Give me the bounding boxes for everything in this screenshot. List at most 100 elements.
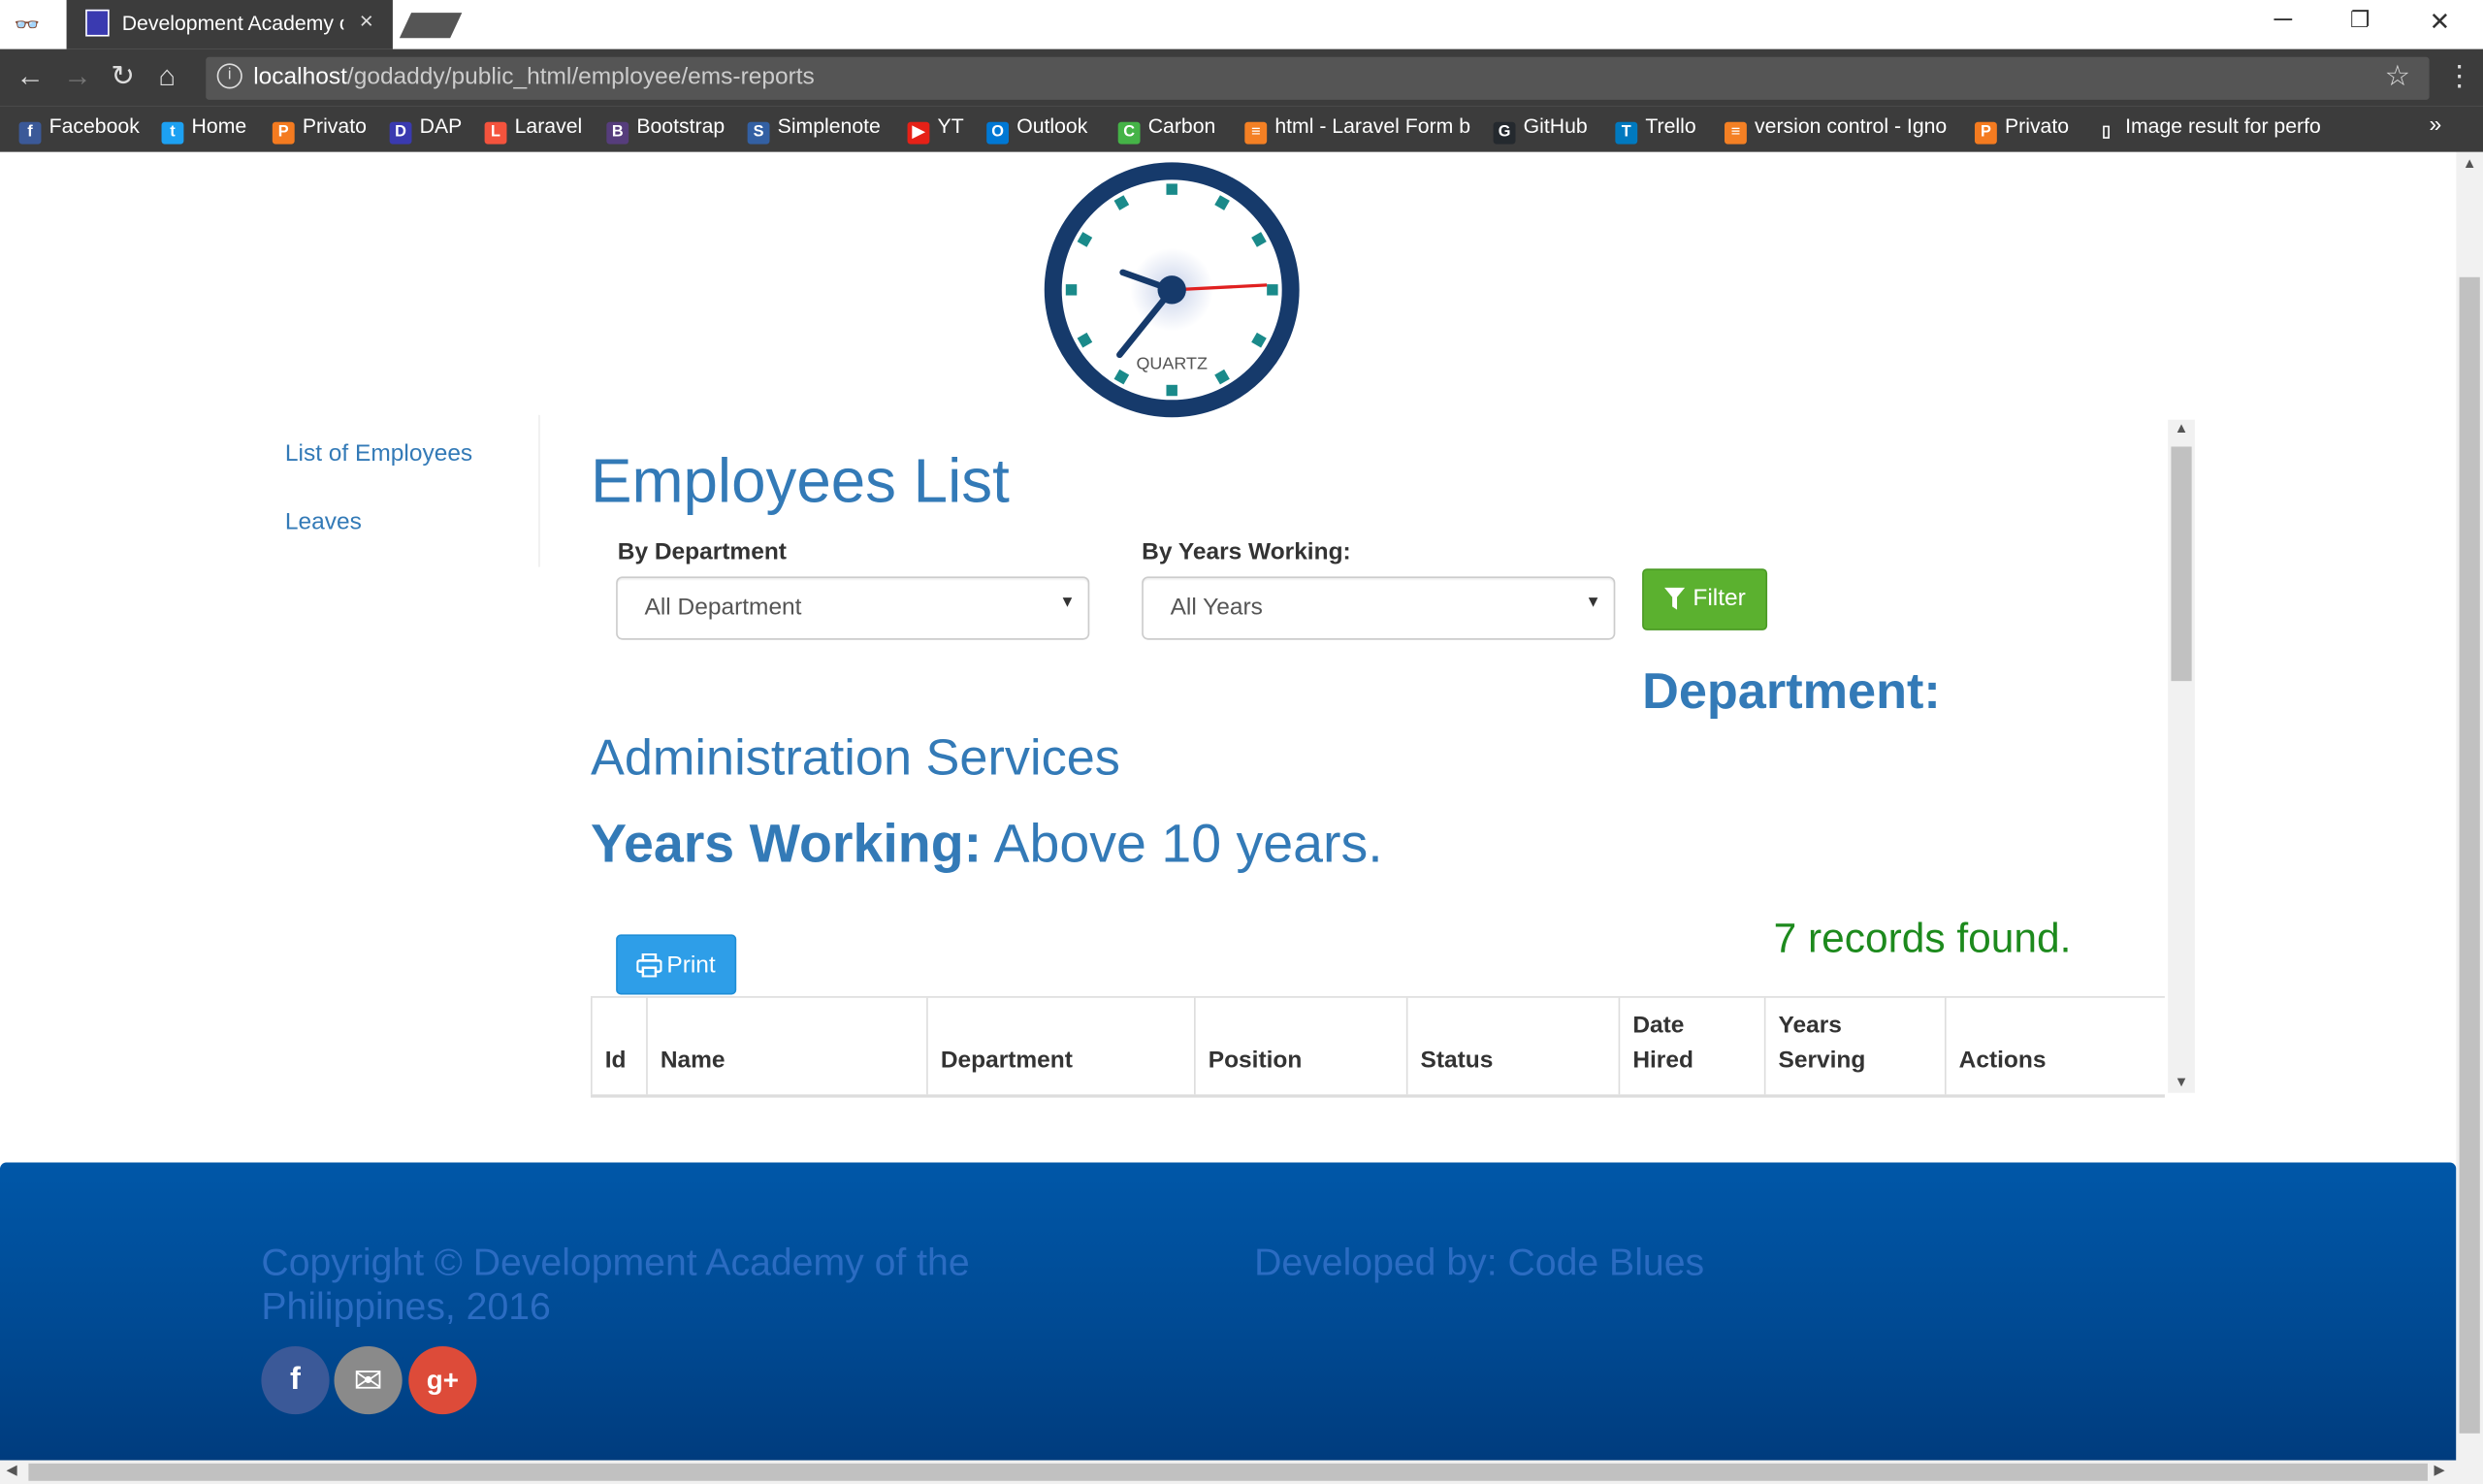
bookmark-label: Privato — [302, 113, 367, 139]
bookmarks-more-icon[interactable]: » — [2430, 111, 2442, 136]
page-horizontal-scroll-thumb[interactable] — [28, 1463, 2428, 1481]
sidebar-item-list-of-employees[interactable]: List of Employees — [285, 440, 472, 468]
tab-title: Development Academy of — [121, 11, 344, 35]
bookmark-item[interactable]: O Outlook — [986, 114, 1087, 145]
column-header-status[interactable]: Status — [1421, 1044, 1494, 1079]
incognito-icon: 👓 — [14, 13, 41, 37]
tab-favicon-icon — [85, 9, 110, 37]
scroll-up-icon[interactable]: ▲ — [2175, 420, 2189, 436]
sidebar: List of Employees Leaves — [285, 440, 472, 576]
print-icon — [636, 953, 662, 978]
records-found-count: 7 records found. — [1773, 914, 2072, 962]
reload-icon[interactable]: ↻ — [111, 60, 135, 93]
page-scroll-right-icon[interactable]: ▶ — [2434, 1462, 2444, 1479]
tab-development-academy[interactable]: Development Academy of × — [66, 0, 393, 49]
bookmark-favicon-icon: T — [1615, 121, 1638, 145]
column-header-department[interactable]: Department — [941, 1044, 1073, 1079]
restore-button[interactable]: ❐ — [2350, 7, 2370, 34]
page-title: Employees List — [590, 448, 1010, 517]
bookmark-item[interactable]: S Simplenote — [747, 114, 881, 145]
content-scroll-thumb[interactable] — [2171, 446, 2192, 682]
bookmark-item[interactable]: P Privato — [272, 113, 367, 145]
bookmark-label: Facebook — [48, 113, 140, 139]
bookmark-item[interactable]: B Bootstrap — [606, 114, 725, 145]
chevron-down-icon: ▼ — [1059, 594, 1076, 612]
page-vertical-scroll-thumb[interactable] — [2459, 276, 2480, 1434]
bookmark-item[interactable]: ▯ Image result for perfo — [2095, 114, 2321, 145]
column-header-name[interactable]: Name — [661, 1044, 726, 1079]
bookmark-item[interactable]: t Home — [161, 113, 247, 145]
filter-button-label: Filter — [1693, 584, 1746, 612]
home-icon[interactable]: ⌂ — [158, 60, 176, 93]
table-column-divider — [1194, 997, 1196, 1095]
bookmark-label: Carbon — [1147, 113, 1216, 139]
table-column-divider — [590, 997, 593, 1095]
bookmark-item[interactable]: C Carbon — [1117, 113, 1216, 145]
table-column-divider — [1763, 997, 1766, 1095]
bookmark-favicon-icon: P — [1974, 121, 1997, 145]
bookmark-label: Bootstrap — [636, 113, 726, 139]
forward-icon[interactable]: → — [63, 60, 91, 93]
address-bar[interactable]: i localhost/godaddy/public_html/employee… — [206, 56, 2430, 100]
department-select-value: All Department — [644, 594, 802, 622]
bookmark-label: Image result for perfo — [2125, 113, 2321, 139]
footer-copyright: Copyright © Development Academy of the P… — [261, 1242, 970, 1330]
bookmark-label: Home — [191, 113, 247, 139]
column-header-years-serving[interactable]: Years Serving — [1779, 1009, 1889, 1079]
bookmark-item[interactable]: T Trello — [1615, 114, 1696, 145]
employees-table-header: Id Name Department Position Status Date … — [590, 996, 2165, 1098]
facebook-icon[interactable]: f — [261, 1345, 330, 1415]
bookmark-label: version control - Igno — [1755, 113, 1948, 139]
table-column-divider — [1405, 997, 1408, 1095]
page-scroll-left-icon[interactable]: ◀ — [7, 1462, 17, 1479]
url-text[interactable]: localhost/godaddy/public_html/employee/e… — [253, 63, 815, 90]
bookmark-item[interactable]: ≡ html - Laravel Form b — [1244, 114, 1470, 145]
years-select[interactable]: All Years ▼ — [1142, 576, 1616, 640]
department-heading: Department: — [1642, 661, 1941, 720]
info-icon[interactable]: i — [216, 63, 242, 89]
column-header-position[interactable]: Position — [1209, 1044, 1303, 1079]
bookmark-item[interactable]: D DAP — [389, 113, 463, 145]
google-plus-icon[interactable]: g+ — [408, 1345, 477, 1415]
department-select[interactable]: All Department ▼ — [616, 576, 1090, 640]
clock-hour-marker — [1065, 284, 1078, 296]
url-path: /godaddy/public_html/employee/ems-report… — [346, 63, 815, 91]
bookmark-label: DAP — [419, 113, 463, 139]
bookmark-label: GitHub — [1523, 113, 1588, 139]
print-button[interactable]: Print — [616, 934, 737, 995]
footer-developed-by: Developed by: Code Blues — [1254, 1242, 1705, 1285]
department-filter-label: By Department — [617, 538, 787, 565]
bookmark-item[interactable]: P Privato — [1974, 114, 2069, 145]
page-scroll-up-icon[interactable]: ▲ — [2463, 155, 2477, 171]
browser-menu-icon[interactable]: ⋮ — [2445, 60, 2473, 93]
bookmark-item[interactable]: G GitHub — [1493, 113, 1588, 145]
minimize-button[interactable]: ─ — [2274, 7, 2293, 35]
table-column-divider — [1618, 997, 1621, 1095]
bookmark-star-icon[interactable]: ☆ — [2385, 60, 2410, 93]
bookmark-favicon-icon: B — [606, 121, 629, 145]
column-header-id[interactable]: Id — [605, 1044, 627, 1079]
scroll-down-icon[interactable]: ▼ — [2175, 1074, 2189, 1089]
bookmark-favicon-icon: ≡ — [1244, 121, 1268, 145]
url-host: localhost — [253, 63, 347, 91]
analog-clock: QUARTZ — [1044, 162, 1300, 418]
clock-hour-marker — [1267, 284, 1278, 296]
sidebar-divider — [538, 414, 540, 567]
tab-close-icon[interactable]: × — [360, 8, 373, 35]
sidebar-item-leaves[interactable]: Leaves — [285, 508, 472, 535]
bookmark-item[interactable]: ≡ version control - Igno — [1725, 114, 1947, 145]
column-header-date-hired[interactable]: Date Hired — [1632, 1009, 1727, 1079]
bookmarks-list: f Facebook t Home P Privato D DAP L Laravel B Boots… — [0, 106, 2423, 151]
filter-button[interactable]: Filter — [1642, 568, 1768, 630]
bookmark-item[interactable]: f Facebook — [18, 113, 140, 145]
column-header-actions[interactable]: Actions — [1959, 1044, 2047, 1079]
bookmark-favicon-icon: C — [1117, 121, 1141, 145]
clock-hour-marker — [1166, 384, 1177, 397]
bookmark-item[interactable]: ▶ YT — [907, 114, 964, 145]
back-icon[interactable]: ← — [16, 60, 44, 93]
bookmark-label: html - Laravel Form b — [1274, 113, 1471, 139]
email-icon[interactable]: ✉ — [334, 1345, 403, 1415]
close-window-button[interactable]: ✕ — [2430, 7, 2451, 39]
bookmark-item[interactable]: L Laravel — [484, 114, 582, 145]
bookmark-favicon-icon: f — [18, 121, 42, 145]
